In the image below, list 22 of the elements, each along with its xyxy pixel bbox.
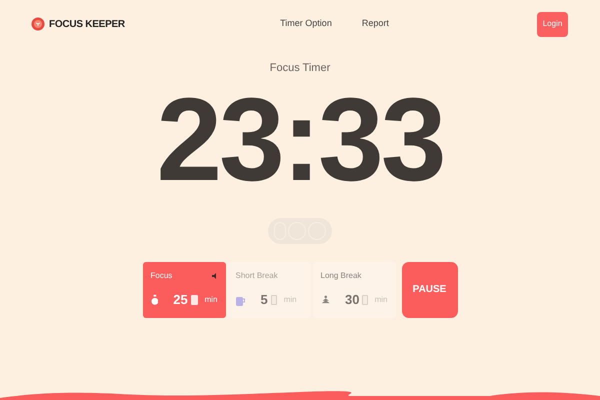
mode-card[interactable]: Focus 25 min bbox=[142, 262, 226, 318]
stepper-field[interactable] bbox=[362, 294, 368, 305]
pause-button[interactable]: PAUSE bbox=[402, 262, 458, 318]
unit-label: min bbox=[204, 294, 218, 306]
stopwatch-icon bbox=[150, 294, 158, 306]
timer-heading: Focus Timer bbox=[268, 61, 332, 76]
minutes-value: 25 bbox=[173, 291, 188, 309]
meditation-icon bbox=[320, 294, 330, 306]
stepper-field[interactable] bbox=[190, 294, 198, 305]
nav-link[interactable]: Timer Option bbox=[280, 17, 332, 31]
stepper-field[interactable] bbox=[270, 294, 277, 305]
speaker-icon[interactable] bbox=[212, 272, 218, 278]
login-button[interactable]: Login bbox=[536, 12, 568, 36]
minutes-value: 5 bbox=[260, 291, 268, 309]
mode-label: Long Break bbox=[320, 270, 362, 282]
minutes-value: 30 bbox=[344, 291, 360, 309]
mode-label: Focus bbox=[150, 270, 172, 282]
tomato-icon bbox=[31, 17, 45, 31]
mode-label: Short Break bbox=[236, 270, 278, 282]
nav-link[interactable]: Report bbox=[362, 17, 389, 31]
brand-name: FOCUS KEEPER bbox=[49, 18, 125, 32]
timer-display: 23:33 bbox=[156, 84, 444, 194]
